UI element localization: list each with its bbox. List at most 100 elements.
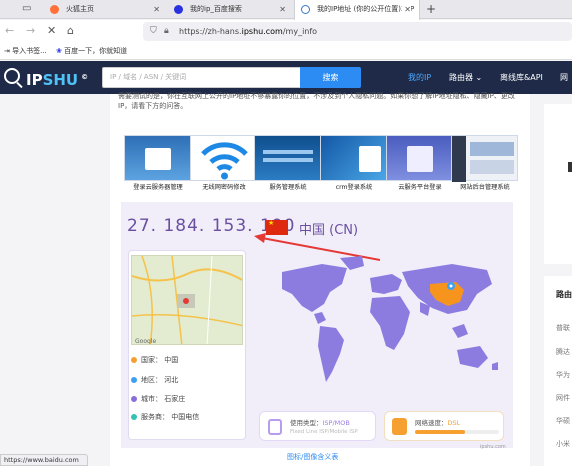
thumb-cloud-platform[interactable]: 云服务平台登录 (386, 135, 453, 192)
router-item[interactable]: 普联 (556, 323, 570, 333)
usage-type-text: 使用类型：ISP/MOB (290, 417, 350, 427)
tab-label: 火狐主页 (66, 5, 94, 13)
speed-icon (392, 418, 407, 435)
search-placeholder: IP / 域名 / ASN / 关键词 (110, 73, 187, 81)
url-prefix: https://zh-hans. (179, 27, 242, 36)
info-city: 城市： 石家庄 (131, 394, 185, 404)
status-bar-url: https://www.baidu.com (0, 454, 88, 466)
close-icon[interactable]: ✕ (402, 0, 411, 19)
bookmark-label: 百度一下，你就知道 (64, 47, 128, 55)
logo-shu: SHU (42, 71, 79, 89)
close-icon[interactable]: ✕ (153, 0, 160, 19)
forward-icon[interactable]: → (26, 24, 35, 38)
dot-icon (131, 377, 137, 383)
stop-icon[interactable]: ✕ (47, 24, 56, 38)
info-region: 地区： 河北 (131, 375, 178, 385)
thumb-admin[interactable]: 网站后台管理系统 (451, 135, 518, 192)
speed-value: DSL (447, 419, 461, 427)
thumb-image (386, 135, 453, 181)
tab-my-ip[interactable]: 我的IP地址 (你的公开位置)本IP ✕ (294, 0, 420, 20)
nav-offline-api[interactable]: 离线库&API (500, 61, 543, 94)
router-item[interactable]: 小米 (556, 439, 570, 449)
tab-label: 我的ip_百度搜索 (190, 5, 242, 13)
url-domain: ipshu.com (241, 27, 283, 36)
thumb-caption: 服务管理系统 (269, 184, 307, 191)
world-map (282, 256, 498, 382)
thumb-image (320, 135, 387, 181)
logo-ip: IP (26, 71, 43, 89)
sidebar-bar (568, 162, 572, 172)
close-icon[interactable]: ✕ (279, 0, 286, 19)
intro-text: 需要测试的是，你在互联网上公开的IP地址不够暴露你的位置，不涉及到个人隐私问题。… (118, 92, 515, 110)
phone-icon (268, 419, 282, 435)
dot-icon (131, 396, 137, 402)
thumb-wifi[interactable]: 无线网密码修改 (190, 135, 257, 192)
shield-icon[interactable]: ⛉ (150, 26, 157, 37)
router-item[interactable]: 网件 (556, 393, 570, 403)
search-input[interactable]: IP / 域名 / ASN / 关键词 (102, 67, 302, 88)
thumb-image (451, 135, 518, 182)
nav-my-ip[interactable]: 我的IP (408, 61, 431, 94)
svg-text:Google: Google (135, 338, 156, 345)
router-item[interactable]: 华硕 (556, 416, 570, 426)
thumb-caption: crm登录系统 (335, 184, 373, 191)
thumb-image (124, 135, 191, 181)
nav-bar: ← → ✕ ⌂ ⛉ 🔒︎ https://zh-hans.ipshu.com/m… (0, 20, 572, 43)
url-path: /my_info (282, 27, 318, 36)
ipshu-icon (301, 5, 310, 14)
logo-mark: © (81, 73, 89, 81)
site-header: IPSHU © IP / 域名 / ASN / 关键词 搜索 我的IP 路由器 ⌄… (0, 61, 572, 94)
search-button[interactable]: 搜索 (300, 67, 361, 88)
bookmark-import[interactable]: ⇥ 导入书签... (4, 43, 47, 60)
usage-type-sub: Fixed Line ISP/Mobile ISP (290, 429, 358, 435)
home-icon[interactable]: ⌂ (67, 24, 74, 38)
tab-bar: ▭ 火狐主页 ✕ 我的ip_百度搜索 ✕ 我的IP地址 (你的公开位置)本IP … (0, 0, 572, 20)
nav-router[interactable]: 路由器 ⌄ (449, 61, 482, 94)
dot-icon (131, 414, 137, 420)
speed-label: 网络速度： (415, 419, 448, 427)
speed-text: 网络速度：DSL (415, 417, 460, 427)
usage-type-card: 使用类型：ISP/MOB Fixed Line ISP/Mobile ISP (259, 411, 376, 441)
usage-type-value: ISP/MOB (322, 419, 350, 427)
sidebar-card (544, 104, 572, 264)
speed-bar-fill (415, 430, 466, 434)
chevron-down-icon: ⌄ (475, 73, 483, 82)
router-item[interactable]: 华为 (556, 370, 570, 380)
info-label: 城市： 石家庄 (141, 395, 186, 403)
info-label: 国家： 中国 (141, 356, 179, 364)
ipshu-logo[interactable]: IPSHU © (2, 65, 88, 89)
wifi-icon (190, 135, 257, 181)
thumb-crm[interactable]: crm登录系统 (320, 135, 387, 192)
paw-icon: ❀ (56, 47, 62, 55)
info-isp: 服务商： 中国电信 (131, 412, 199, 422)
tab-baidu-search[interactable]: 我的ip_百度搜索 ✕ (168, 0, 294, 19)
location-map[interactable]: Google (131, 255, 243, 345)
magnifier-icon (4, 68, 20, 84)
icon-legend-link[interactable]: 图标/图像含义表 (287, 452, 338, 462)
thumb-cloud-login[interactable]: 登录云服务器管理 (124, 135, 191, 192)
watermark: ipshu.com (480, 444, 506, 450)
bookmark-label: 导入书签... (12, 47, 47, 55)
tab-label: 我的IP地址 (你的公开位置)本IP (317, 5, 415, 13)
firefox-icon (50, 5, 59, 14)
dot-icon (131, 357, 137, 363)
router-item[interactable]: 腾达 (556, 347, 570, 357)
tab-overview-icon[interactable]: ▭ (22, 3, 36, 15)
info-country: 国家： 中国 (131, 355, 178, 365)
new-tab-button[interactable]: + (426, 0, 436, 19)
url-bar[interactable]: ⛉ 🔒︎ https://zh-hans.ipshu.com/my_info (143, 22, 572, 41)
info-label: 服务商： 中国电信 (141, 413, 200, 421)
bookmarks-bar: ⇥ 导入书签... ❀ 百度一下，你就知道 (0, 43, 572, 60)
speed-bar (415, 430, 499, 434)
network-speed-card: 网络速度：DSL (384, 411, 504, 441)
baidu-icon (174, 5, 183, 14)
back-icon[interactable]: ← (5, 24, 14, 38)
bookmark-baidu[interactable]: ❀ 百度一下，你就知道 (56, 43, 127, 60)
thumb-service-mgmt[interactable]: 服务管理系统 (254, 135, 321, 192)
lock-icon[interactable]: 🔒︎ (164, 26, 169, 37)
usage-type-label: 使用类型： (290, 419, 323, 427)
thumb-image (254, 135, 321, 181)
tab-firefox-home[interactable]: 火狐主页 ✕ (44, 0, 168, 19)
nav-more[interactable]: 网 (560, 61, 568, 94)
router-heading: 路由 (556, 290, 572, 299)
